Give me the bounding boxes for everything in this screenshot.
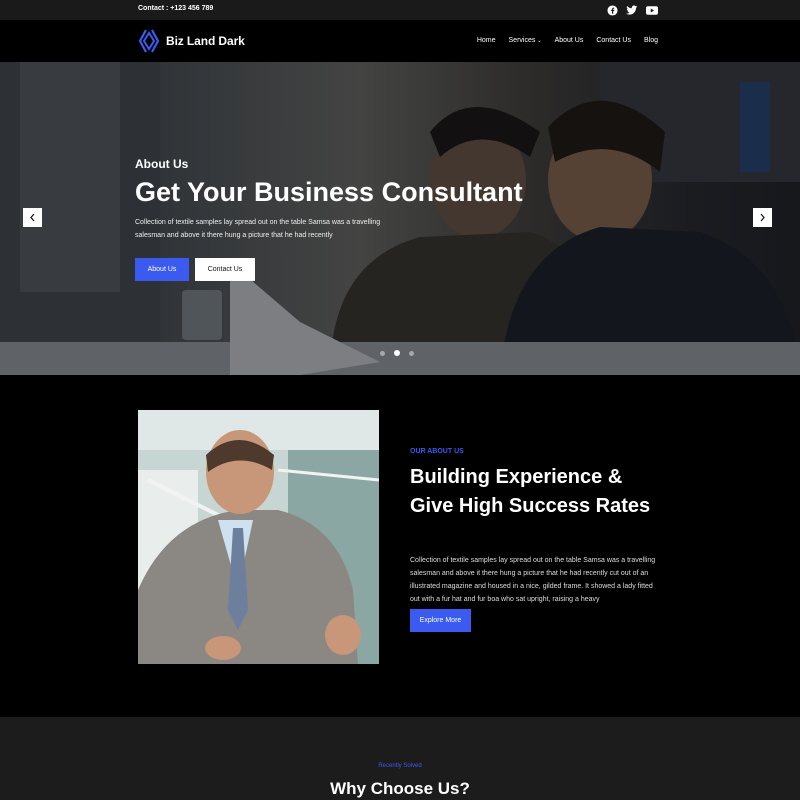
twitter-icon[interactable]	[626, 4, 638, 16]
hero-contact-button[interactable]: Contact Us	[195, 258, 255, 281]
hero-slider: About Us Get Your Business Consultant Co…	[0, 62, 800, 375]
nav-contact-us[interactable]: Contact Us	[596, 37, 631, 44]
explore-more-button[interactable]: Explore More	[410, 609, 471, 632]
primary-nav: Home Services ⌄ About Us Contact Us Blog	[477, 37, 658, 44]
why-choose-us-section: Recently Solved Why Choose Us?	[0, 717, 800, 800]
nav-home[interactable]: Home	[477, 37, 496, 44]
facebook-icon[interactable]	[606, 4, 618, 16]
main-navbar: Biz Land Dark Home Services ⌄ About Us Co…	[0, 20, 800, 62]
slider-dot-1[interactable]	[380, 350, 385, 356]
why-heading: Why Choose Us?	[330, 779, 470, 798]
nav-about-us[interactable]: About Us	[555, 37, 584, 44]
hero-description: Collection of textile samples lay spread…	[135, 219, 381, 239]
chevron-left-icon	[30, 213, 35, 222]
nav-services[interactable]: Services ⌄	[509, 37, 542, 44]
hero-title: Get Your Business Consultant	[135, 177, 523, 207]
top-bar: Contact : +123 456 789	[0, 0, 800, 20]
about-eyebrow: OUR ABOUT US	[410, 448, 464, 455]
about-paragraph: Collection of textile samples lay spread…	[410, 557, 656, 603]
hero-about-button[interactable]: About Us	[135, 258, 189, 281]
contact-phone[interactable]: Contact : +123 456 789	[138, 5, 213, 12]
slider-dot-2[interactable]	[394, 350, 400, 356]
social-links	[606, 4, 658, 16]
hero-overlay	[0, 62, 800, 375]
logo-mark-icon	[138, 29, 160, 53]
about-heading: Building Experience & Give High Success …	[410, 466, 651, 517]
nav-blog[interactable]: Blog	[644, 37, 658, 44]
chevron-right-icon	[760, 213, 765, 222]
slider-next-button[interactable]	[753, 208, 772, 227]
hero-subtitle: About Us	[135, 157, 189, 171]
slider-dot-3[interactable]	[409, 350, 414, 356]
nav-services-label: Services	[508, 37, 536, 44]
about-photo	[138, 410, 379, 664]
slider-prev-button[interactable]	[23, 208, 42, 227]
chevron-down-icon: ⌄	[537, 38, 542, 44]
slider-dots	[380, 350, 414, 356]
youtube-icon[interactable]	[646, 4, 658, 16]
why-eyebrow: Recently Solved	[378, 763, 422, 769]
site-logo[interactable]: Biz Land Dark	[138, 29, 245, 53]
logo-text: Biz Land Dark	[166, 34, 245, 48]
about-section: OUR ABOUT US Building Experience & Give …	[0, 375, 800, 717]
